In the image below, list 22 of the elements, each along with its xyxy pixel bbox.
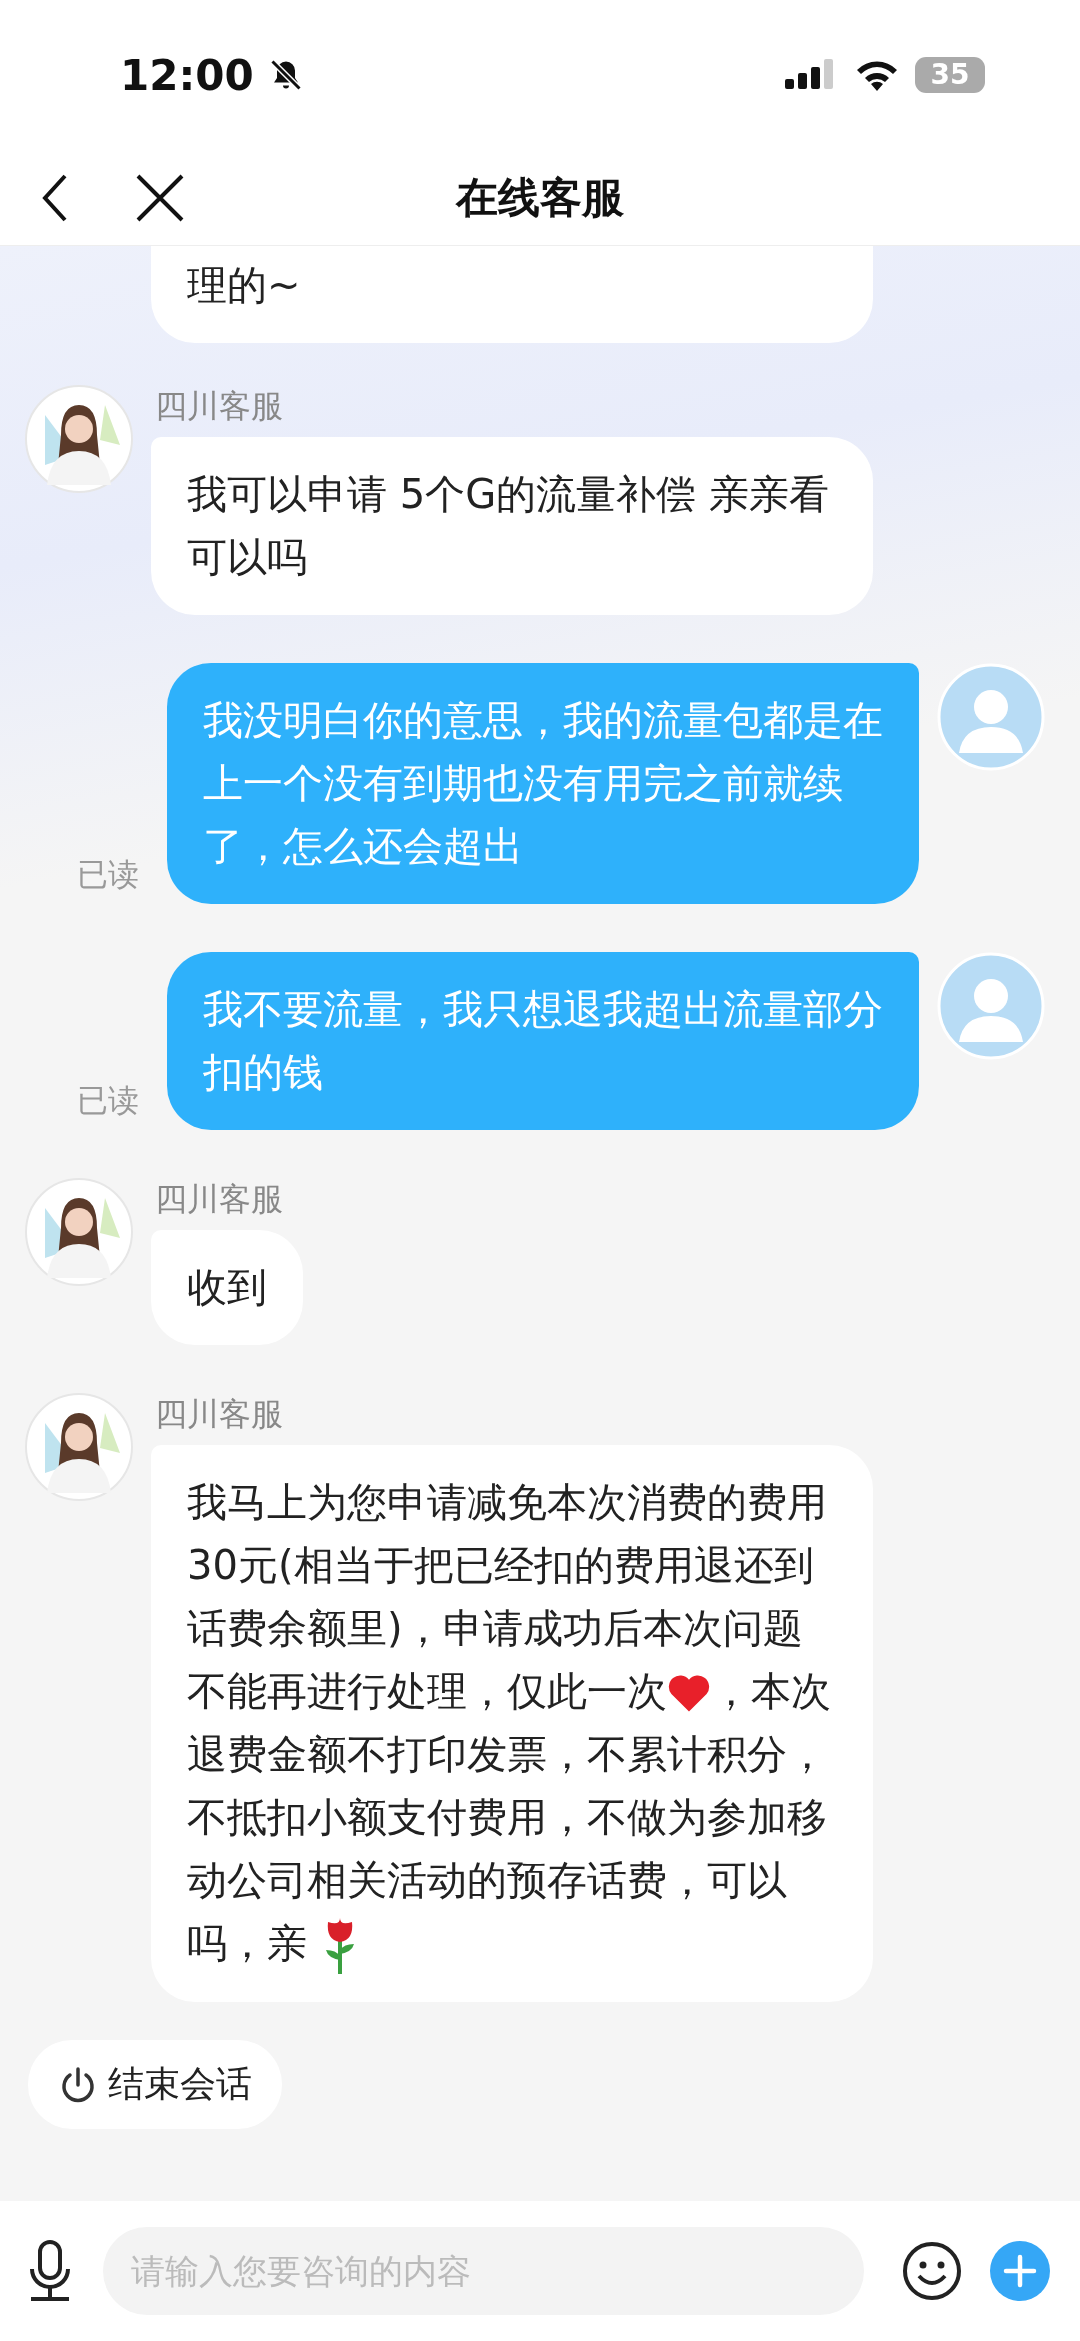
read-receipt: 已读 bbox=[77, 855, 139, 894]
message-input[interactable]: 请输入您要咨询的内容 bbox=[103, 2227, 864, 2315]
user-avatar-icon bbox=[937, 663, 1045, 771]
message-bubble: 我马上为您申请减免本次消费的费用30元(相当于把已经扣的费用退还到话费余额里)，申请成功后本次问题不能再进行处理，仅此一次 ，本次退费金额不打印发票，不累计积分，不抵扣小额支付费用，不做为参加移动公司相关活动的预存话费，可以吗，亲 bbox=[151, 1445, 873, 2002]
add-icon[interactable] bbox=[990, 2241, 1050, 2301]
close-icon[interactable] bbox=[135, 172, 185, 223]
emoji-icon[interactable] bbox=[902, 2241, 962, 2301]
battery-indicator: 35 bbox=[915, 57, 985, 93]
sender-name: 四川客服 bbox=[154, 1179, 284, 1220]
page-title: 在线客服 bbox=[456, 171, 624, 224]
message-bubble: 收到 bbox=[151, 1230, 303, 1345]
sender-name: 四川客服 bbox=[154, 1394, 284, 1435]
heart-icon bbox=[667, 1674, 711, 1714]
end-session-button[interactable]: 结束会话 bbox=[28, 2040, 282, 2129]
message-bubble: 我可以申请 5个G的流量补偿 亲亲看可以吗 bbox=[151, 437, 873, 615]
status-time: 12:00 bbox=[120, 50, 254, 100]
message-bubble: 我没明白你的意思，我的流量包都是在上一个没有到期也没有用完之前就续了，怎么还会超出 bbox=[167, 663, 919, 904]
user-avatar-icon bbox=[937, 952, 1045, 1060]
sender-name: 四川客服 bbox=[154, 386, 284, 427]
message-bubble: 理的~ bbox=[151, 246, 873, 343]
message-bubble: 我不要流量，我只想退我超出流量部分扣的钱 bbox=[167, 952, 919, 1130]
read-receipt: 已读 bbox=[77, 1081, 139, 1120]
